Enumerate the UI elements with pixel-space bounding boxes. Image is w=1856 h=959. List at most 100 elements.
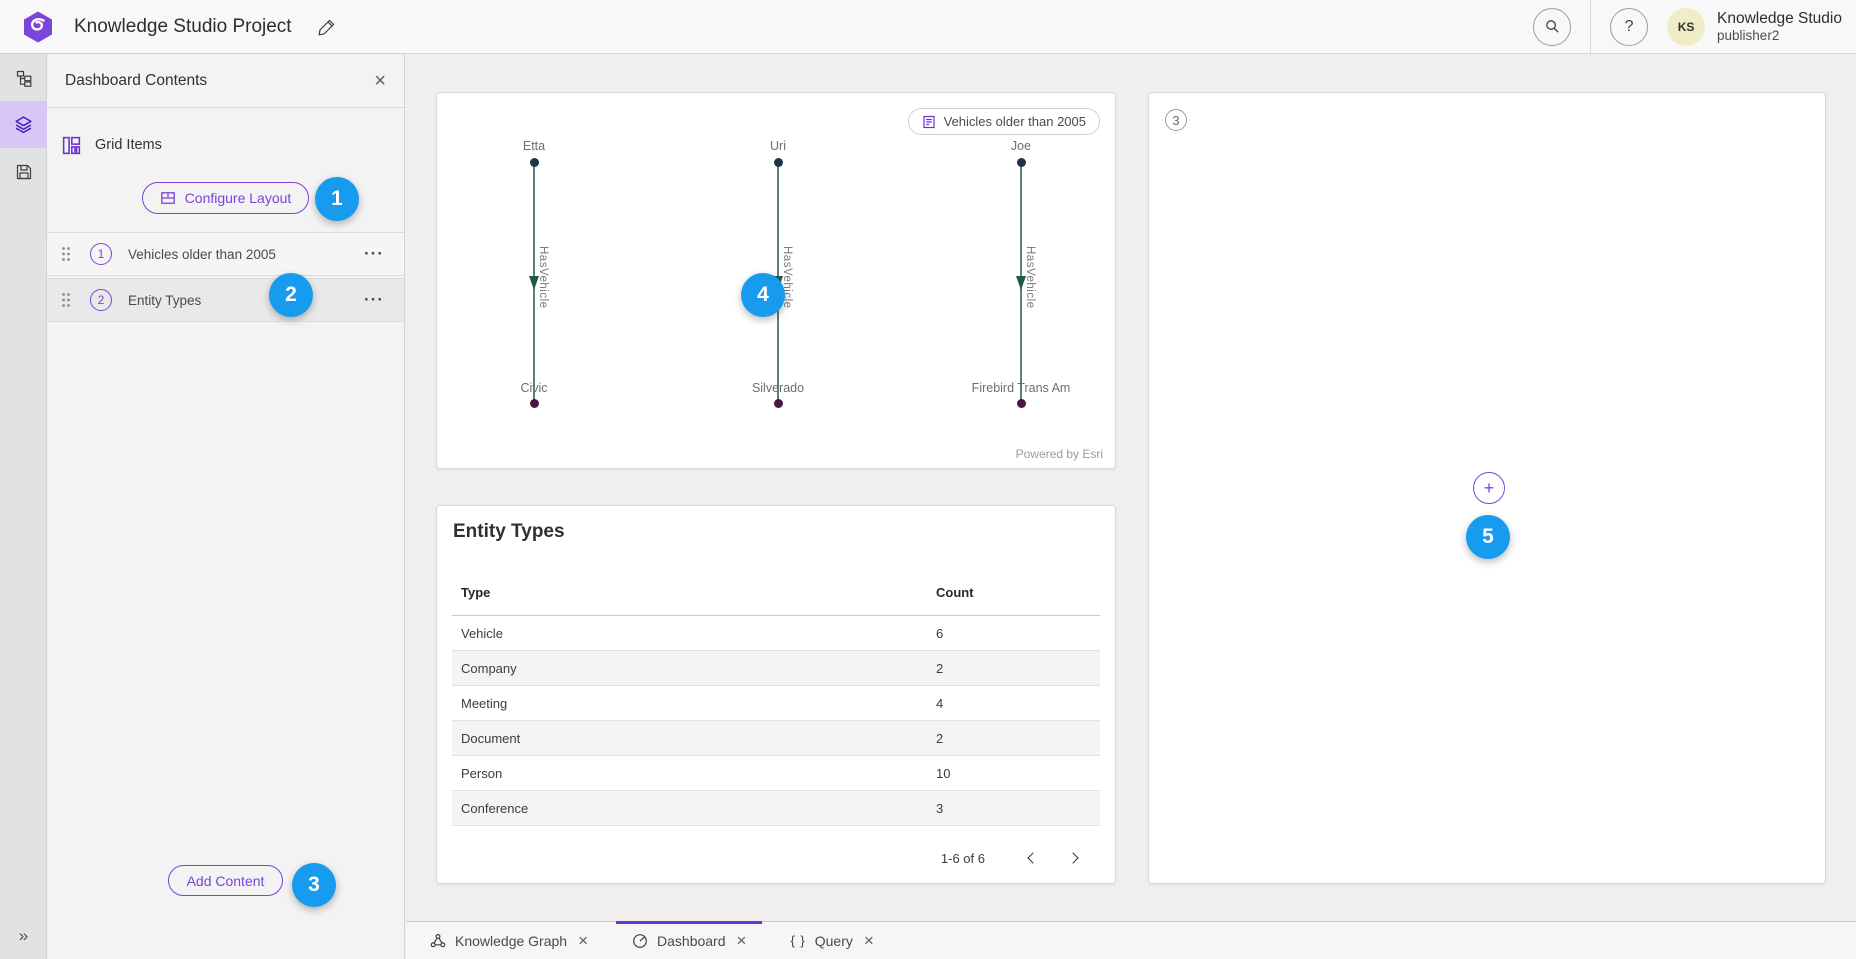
- rail-item-contents[interactable]: [0, 101, 47, 148]
- tab-label: Dashboard: [657, 933, 726, 949]
- list-item-label: Entity Types: [128, 293, 201, 308]
- grid-items-section: Grid Items: [47, 123, 404, 167]
- table-row[interactable]: Company 2: [452, 651, 1100, 686]
- column-header-type: Type: [452, 585, 927, 600]
- help-button[interactable]: ?: [1610, 8, 1648, 46]
- tab-query[interactable]: { } Query ×: [774, 922, 889, 959]
- empty-grid-cell-card: 3 +: [1148, 92, 1826, 884]
- chevron-right-icon: [1067, 852, 1078, 863]
- entity-types-table: Type Count Vehicle 6 Company 2 Meeting 4…: [452, 570, 1100, 826]
- add-content-label: Add Content: [187, 873, 265, 889]
- configure-layout-button[interactable]: Configure Layout: [142, 182, 310, 214]
- header-divider: [1590, 0, 1591, 54]
- cell-count: 10: [927, 766, 1100, 781]
- knowledge-graph-icon: [430, 933, 446, 949]
- cell-count: 2: [927, 731, 1100, 746]
- callout-badge-3: 3: [292, 863, 336, 907]
- expand-rail-button[interactable]: »: [0, 917, 47, 955]
- item-number-badge: 2: [90, 289, 112, 311]
- person-node[interactable]: [1017, 158, 1026, 167]
- rail-item-data-model[interactable]: [0, 54, 47, 101]
- grid-cell-number-badge: 3: [1165, 109, 1187, 131]
- layer-filter-label: Vehicles older than 2005: [944, 114, 1086, 129]
- grid-items-label: Grid Items: [95, 137, 162, 153]
- overflow-menu-icon[interactable]: ···: [364, 244, 384, 264]
- vehicle-node[interactable]: [530, 399, 539, 408]
- app-header: Knowledge Studio Project ? KS Knowledge …: [0, 0, 1856, 54]
- edge-label: HasVehicle: [537, 246, 549, 309]
- cell-type: Person: [452, 766, 927, 781]
- column-header-count: Count: [927, 585, 1100, 600]
- dashboard-gauge-icon: [632, 933, 648, 949]
- tab-label: Query: [815, 933, 853, 949]
- tab-label: Knowledge Graph: [455, 933, 567, 949]
- person-node[interactable]: [530, 158, 539, 167]
- drag-handle[interactable]: [61, 292, 71, 308]
- grid-items-list: 1 Vehicles older than 2005 ··· 2 Entity …: [47, 232, 404, 324]
- cell-type: Meeting: [452, 696, 927, 711]
- cell-type: Document: [452, 731, 927, 746]
- tab-dashboard[interactable]: Dashboard ×: [616, 922, 762, 959]
- entity-types-card: Entity Types Type Count Vehicle 6 Compan…: [436, 505, 1116, 884]
- tab-knowledge-graph[interactable]: Knowledge Graph ×: [414, 922, 604, 959]
- close-icon[interactable]: ×: [864, 932, 874, 949]
- table-row[interactable]: Person 10: [452, 756, 1100, 791]
- hierarchy-icon: [15, 69, 33, 87]
- table-row[interactable]: Meeting 4: [452, 686, 1100, 721]
- add-content-button[interactable]: Add Content: [168, 865, 284, 896]
- drag-handle[interactable]: [61, 246, 71, 262]
- list-item-vehicles[interactable]: 1 Vehicles older than 2005 ···: [47, 232, 404, 276]
- view-tab-bar: Knowledge Graph × Dashboard × { } Query …: [406, 921, 1856, 959]
- list-item-entity-types[interactable]: 2 Entity Types ···: [47, 278, 404, 322]
- search-button[interactable]: [1533, 8, 1571, 46]
- header-actions: ? KS Knowledge Studio publisher2: [1533, 0, 1856, 54]
- node-label: Firebird Trans Am: [972, 381, 1071, 395]
- person-node[interactable]: [774, 158, 783, 167]
- left-icon-rail: »: [0, 54, 47, 959]
- next-page-button[interactable]: [1053, 845, 1093, 871]
- pagination-range: 1-6 of 6: [941, 851, 985, 866]
- cell-type: Conference: [452, 801, 927, 816]
- close-icon[interactable]: ×: [374, 71, 386, 91]
- table-row[interactable]: Conference 3: [452, 791, 1100, 826]
- save-icon: [15, 163, 33, 181]
- document-icon: [922, 115, 936, 129]
- chevron-left-icon: [1027, 852, 1038, 863]
- callout-badge-1: 1: [315, 177, 359, 221]
- vehicle-node[interactable]: [1017, 399, 1026, 408]
- table-header-row: Type Count: [452, 570, 1100, 616]
- cell-count: 3: [927, 801, 1100, 816]
- layers-icon: [14, 115, 33, 134]
- edit-title-icon[interactable]: [318, 18, 336, 36]
- node-label: Etta: [523, 139, 545, 153]
- callout-badge-5: 5: [1466, 515, 1510, 559]
- add-item-plus-button[interactable]: +: [1473, 472, 1505, 504]
- user-role: publisher2: [1717, 28, 1842, 44]
- panel-title: Dashboard Contents: [65, 72, 207, 90]
- layer-filter-pill[interactable]: Vehicles older than 2005: [908, 108, 1100, 135]
- overflow-menu-icon[interactable]: ···: [364, 290, 384, 310]
- avatar[interactable]: KS: [1667, 8, 1705, 46]
- callout-badge-2: 2: [269, 273, 313, 317]
- card-title: Entity Types: [453, 521, 1115, 543]
- rail-item-save[interactable]: [0, 148, 47, 195]
- panel-header: Dashboard Contents ×: [47, 54, 404, 108]
- double-chevron-right-icon: »: [19, 926, 28, 946]
- node-label: Silverado: [752, 381, 804, 395]
- close-icon[interactable]: ×: [737, 932, 747, 949]
- node-label: Joe: [1011, 139, 1031, 153]
- cell-count: 6: [927, 626, 1100, 641]
- list-item-label: Vehicles older than 2005: [128, 247, 276, 262]
- braces-icon: { }: [790, 933, 805, 948]
- user-info[interactable]: Knowledge Studio publisher2: [1717, 10, 1842, 43]
- layout-grid-icon: [160, 190, 176, 206]
- vehicle-node[interactable]: [774, 399, 783, 408]
- close-icon[interactable]: ×: [578, 932, 588, 949]
- previous-page-button[interactable]: [1013, 845, 1053, 871]
- table-row[interactable]: Document 2: [452, 721, 1100, 756]
- item-number-badge: 1: [90, 243, 112, 265]
- node-label: Uri: [770, 139, 786, 153]
- user-name: Knowledge Studio: [1717, 10, 1842, 28]
- table-row[interactable]: Vehicle 6: [452, 616, 1100, 651]
- cell-count: 4: [927, 696, 1100, 711]
